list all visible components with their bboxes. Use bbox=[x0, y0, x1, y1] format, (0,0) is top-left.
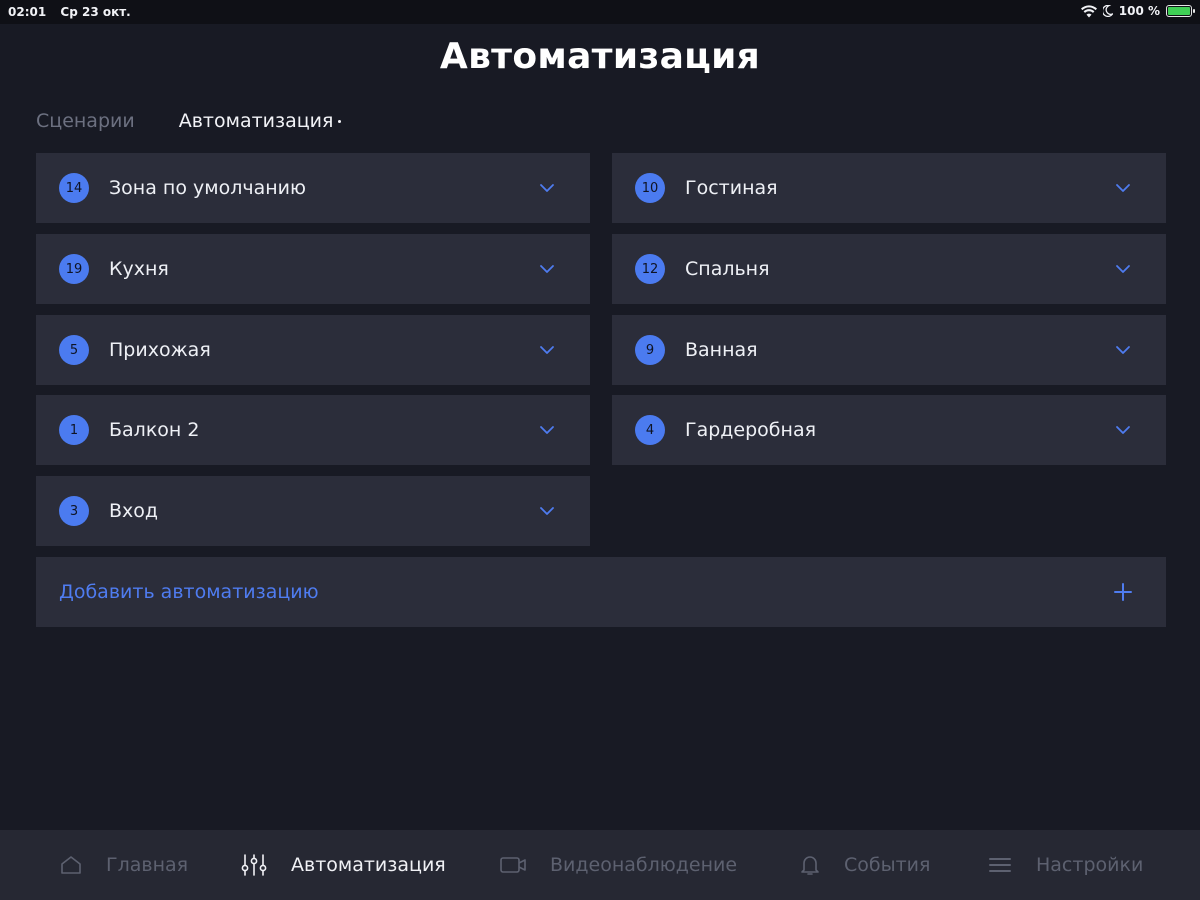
add-automation-button[interactable]: Добавить автоматизацию bbox=[36, 557, 1166, 627]
chevron-down-icon[interactable] bbox=[1114, 179, 1132, 197]
zone-row[interactable]: 14 Зона по умолчанию bbox=[36, 153, 590, 223]
zone-label: Гостиная bbox=[685, 177, 778, 199]
chevron-down-icon[interactable] bbox=[1114, 421, 1132, 439]
status-date: Ср 23 окт. bbox=[60, 5, 131, 19]
tab-label: Автоматизация bbox=[178, 110, 334, 132]
battery-icon bbox=[1166, 5, 1195, 17]
count-badge: 14 bbox=[59, 173, 89, 203]
page-title: Автоматизация bbox=[439, 36, 761, 77]
zone-label: Вход bbox=[109, 500, 159, 522]
zone-row[interactable]: 1 Балкон 2 bbox=[36, 395, 590, 465]
zone-label: Спальня bbox=[685, 258, 770, 280]
count-badge: 3 bbox=[59, 496, 89, 526]
status-time: 02:01 bbox=[8, 5, 47, 19]
tab-bar: Сценарии Автоматизация bbox=[36, 110, 342, 132]
nav-events[interactable]: События bbox=[800, 830, 930, 900]
battery-percent: 100 % bbox=[1118, 4, 1160, 18]
count-badge: 12 bbox=[635, 254, 665, 284]
menu-icon bbox=[988, 855, 1012, 875]
chevron-down-icon[interactable] bbox=[538, 421, 556, 439]
zone-row[interactable]: 19 Кухня bbox=[36, 234, 590, 304]
tab-label: Сценарии bbox=[36, 110, 135, 132]
zone-row[interactable]: 3 Вход bbox=[36, 476, 590, 546]
zone-row[interactable]: 5 Прихожая bbox=[36, 315, 590, 385]
chevron-down-icon[interactable] bbox=[1114, 260, 1132, 278]
bottom-nav: Главная Автоматизация Видеонаблюдение Со… bbox=[0, 830, 1200, 900]
moon-icon bbox=[1102, 5, 1113, 17]
add-automation-label: Добавить автоматизацию bbox=[59, 581, 319, 603]
zone-row[interactable]: 12 Спальня bbox=[612, 234, 1166, 304]
count-badge: 5 bbox=[59, 335, 89, 365]
count-badge: 19 bbox=[59, 254, 89, 284]
nav-label: События bbox=[844, 854, 931, 876]
chevron-down-icon[interactable] bbox=[1114, 341, 1132, 359]
tab-scenarios[interactable]: Сценарии bbox=[36, 110, 135, 132]
wifi-icon bbox=[1080, 4, 1097, 18]
nav-automation[interactable]: Автоматизация bbox=[241, 830, 446, 900]
nav-settings[interactable]: Настройки bbox=[988, 830, 1143, 900]
zone-label: Зона по умолчанию bbox=[109, 177, 306, 199]
bell-icon bbox=[800, 854, 820, 876]
tab-automation[interactable]: Автоматизация bbox=[179, 110, 342, 132]
sliders-icon bbox=[241, 853, 267, 877]
chevron-down-icon[interactable] bbox=[538, 341, 556, 359]
count-badge: 1 bbox=[59, 415, 89, 445]
zone-row[interactable]: 9 Ванная bbox=[612, 315, 1166, 385]
plus-icon[interactable] bbox=[1112, 581, 1134, 603]
count-badge: 9 bbox=[635, 335, 665, 365]
count-badge: 4 bbox=[635, 415, 665, 445]
zone-row[interactable]: 10 Гостиная bbox=[612, 153, 1166, 223]
camera-icon bbox=[500, 856, 526, 874]
zone-label: Балкон 2 bbox=[109, 419, 200, 441]
chevron-down-icon[interactable] bbox=[538, 502, 556, 520]
nav-home[interactable]: Главная bbox=[60, 830, 188, 900]
nav-label: Видеонаблюдение bbox=[550, 854, 738, 876]
nav-video[interactable]: Видеонаблюдение bbox=[500, 830, 737, 900]
nav-label: Автоматизация bbox=[291, 854, 446, 876]
chevron-down-icon[interactable] bbox=[538, 260, 556, 278]
nav-label: Настройки bbox=[1036, 854, 1144, 876]
home-icon bbox=[60, 855, 82, 875]
active-tab-dot bbox=[338, 120, 342, 123]
nav-label: Главная bbox=[106, 854, 189, 876]
chevron-down-icon[interactable] bbox=[538, 179, 556, 197]
zone-label: Прихожая bbox=[109, 339, 211, 361]
zone-row[interactable]: 4 Гардеробная bbox=[612, 395, 1166, 465]
zone-label: Гардеробная bbox=[685, 419, 817, 441]
count-badge: 10 bbox=[635, 173, 665, 203]
battery-level-fill bbox=[1168, 7, 1190, 15]
status-bar: 02:01 Ср 23 окт. 100 % bbox=[0, 0, 1200, 24]
zone-label: Ванная bbox=[685, 339, 758, 361]
zone-label: Кухня bbox=[109, 258, 169, 280]
